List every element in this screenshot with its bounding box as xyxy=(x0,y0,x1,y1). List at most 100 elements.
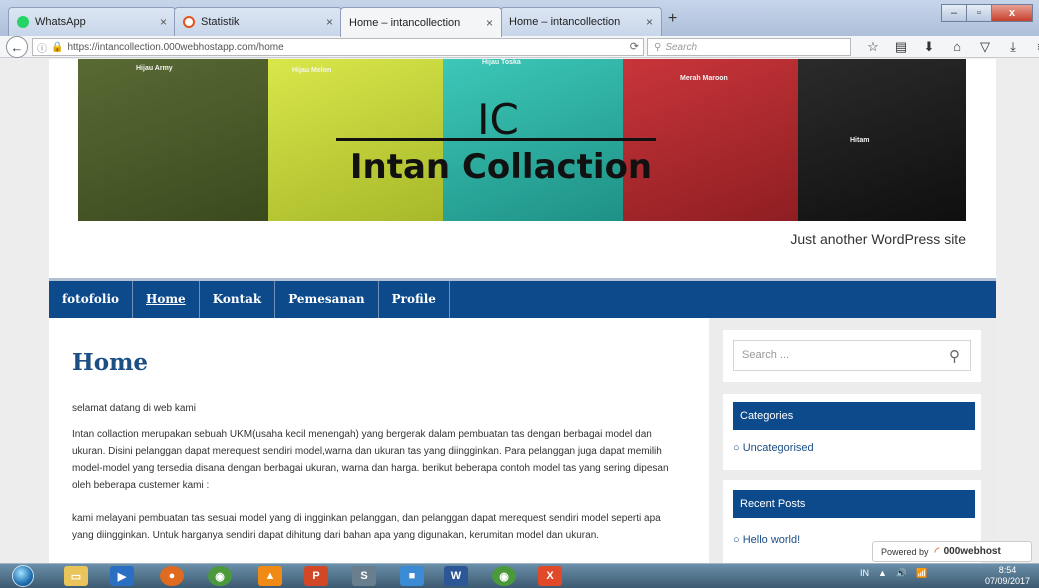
language-indicator[interactable]: IN xyxy=(860,568,869,579)
site-container: Hijau Army Hijau Melon Hijau Toska Merah… xyxy=(49,59,996,563)
back-arrow-icon[interactable]: ← xyxy=(6,36,28,58)
whatsapp-icon xyxy=(17,16,29,28)
categories-title: Categories xyxy=(733,402,975,430)
maximize-button[interactable]: ▫ xyxy=(966,4,992,22)
search-widget: Search ... ⚲ xyxy=(723,330,981,382)
category-label: Uncategorised xyxy=(742,442,814,454)
category-link[interactable]: ○ Uncategorised xyxy=(733,442,814,454)
bag-label: Hijau Melon xyxy=(292,67,332,74)
tab-title: Home – intancollection xyxy=(509,16,621,28)
content-paragraph: kami melayani pembuatan tas sesuai model… xyxy=(72,513,661,541)
close-icon[interactable]: × xyxy=(486,16,493,30)
info-icon[interactable]: ⓘ xyxy=(37,40,47,55)
media-player-icon[interactable]: ▶ xyxy=(110,566,134,586)
close-icon[interactable]: × xyxy=(646,15,653,29)
clock[interactable]: 8:54 07/09/2017 xyxy=(985,565,1030,587)
lock-warning-icon: 🔒 xyxy=(51,41,64,53)
site-search-input[interactable]: Search ... ⚲ xyxy=(733,340,971,371)
sidebar: Search ... ⚲ Categories ○ Uncategorised … xyxy=(709,318,996,563)
search-icon[interactable]: ⚲ xyxy=(949,347,960,365)
windows-taskbar: ▭ ▶ ● ◉ ▲ P S ■ W ◉ X IN ▲ 🔊 📶 8:54 07/0… xyxy=(0,563,1039,588)
url-text[interactable]: https://intancollection.000webhostapp.co… xyxy=(67,42,283,53)
powered-by-badge[interactable]: Powered by ◜ 000webhost xyxy=(872,541,1032,562)
windows-app-icon[interactable]: ■ xyxy=(400,566,424,586)
bookmark-star-icon[interactable]: ☆ xyxy=(862,39,884,55)
logo-divider xyxy=(336,138,656,141)
chrome-icon[interactable]: ◉ xyxy=(492,566,516,586)
clock-date: 07/09/2017 xyxy=(985,576,1031,586)
web-page: Hijau Army Hijau Melon Hijau Toska Merah… xyxy=(0,59,1039,563)
recent-post-label: Hello world! xyxy=(742,534,801,546)
tab-title: Statistik xyxy=(201,16,240,28)
search-placeholder: Search ... xyxy=(742,349,790,361)
header-image: Hijau Army Hijau Melon Hijau Toska Merah… xyxy=(78,59,966,221)
firefox-icon[interactable]: ● xyxy=(160,566,184,586)
search-icon: ⚲ xyxy=(654,41,662,53)
content-paragraph: selamat datang di web kami xyxy=(72,403,196,414)
content-paragraph: Intan collaction merupakan sebuah UKM(us… xyxy=(72,429,669,491)
bag-hitam xyxy=(798,59,966,221)
new-tab-button[interactable]: + xyxy=(668,10,677,28)
nav-profile[interactable]: Profile xyxy=(379,281,450,318)
bag-label: Hijau Army xyxy=(136,65,173,72)
minimize-button[interactable]: – xyxy=(941,4,967,22)
bag-label: Hitam xyxy=(850,137,870,144)
browser-nav-bar: ← ⓘ 🔒 https://intancollection.000webhost… xyxy=(0,36,1039,58)
nav-home[interactable]: Home xyxy=(133,281,200,318)
recent-posts-title: Recent Posts xyxy=(733,490,975,518)
main-content: Home selamat datang di web kami Intan co… xyxy=(49,318,709,563)
network-icon[interactable]: 📶 xyxy=(916,568,927,579)
page-title: Home xyxy=(72,349,149,376)
reload-icon[interactable]: ⟳ xyxy=(630,40,639,53)
close-window-button[interactable]: x xyxy=(991,4,1033,22)
chrome-icon[interactable]: ◉ xyxy=(208,566,232,586)
bag-label: Hijau Toska xyxy=(482,59,521,66)
tab-statistik[interactable]: Statistik × xyxy=(174,7,342,36)
nav-kontak[interactable]: Kontak xyxy=(200,281,276,318)
toolbar-icons: ☆ ▤ ⬇ ⌂ ▽ ⤓ ≡ xyxy=(862,39,1039,55)
browser-search-input[interactable]: ⚲ Search xyxy=(647,38,851,56)
powerpoint-icon[interactable]: P xyxy=(304,566,328,586)
logo-ic: IC xyxy=(477,95,519,144)
volume-icon[interactable]: 🔊 xyxy=(896,568,907,579)
pocket-icon[interactable]: ▽ xyxy=(974,39,996,55)
tray-expand-icon[interactable]: ▲ xyxy=(878,568,887,579)
addon-download-icon[interactable]: ⤓ xyxy=(1002,39,1024,55)
nav-pemesanan[interactable]: Pemesanan xyxy=(275,281,379,318)
start-button[interactable] xyxy=(12,565,34,587)
categories-widget: Categories ○ Uncategorised xyxy=(723,394,981,470)
recent-post-link[interactable]: ○ Hello world! xyxy=(733,534,800,546)
reading-list-icon[interactable]: ▤ xyxy=(890,39,912,55)
word-icon[interactable]: W xyxy=(444,566,468,586)
000webhost-icon: ◜ xyxy=(934,543,940,559)
powered-brand: 000webhost xyxy=(943,546,1001,557)
main-navigation: fotofolio Home Kontak Pemesanan Profile xyxy=(49,278,996,318)
clock-time: 8:54 xyxy=(998,565,1017,575)
close-icon[interactable]: × xyxy=(326,15,333,29)
window-controls: – ▫ x xyxy=(941,4,1033,22)
tab-home[interactable]: Home – intancollection × xyxy=(500,7,662,36)
tab-home-active[interactable]: Home – intancollection × xyxy=(340,7,502,37)
file-explorer-icon[interactable]: ▭ xyxy=(64,566,88,586)
000webhost-icon xyxy=(183,16,195,28)
sublime-icon[interactable]: S xyxy=(352,566,376,586)
nav-fotofolio[interactable]: fotofolio xyxy=(49,281,133,318)
logo-name: Intan Collaction xyxy=(349,147,653,187)
bag-label: Merah Maroon xyxy=(680,75,728,82)
tab-title: WhatsApp xyxy=(35,16,86,28)
vlc-icon[interactable]: ▲ xyxy=(258,566,282,586)
tab-title: Home – intancollection xyxy=(349,16,461,29)
download-icon[interactable]: ⬇ xyxy=(918,39,940,55)
powered-by-text: Powered by xyxy=(881,546,929,557)
tab-whatsapp[interactable]: WhatsApp × xyxy=(8,7,176,36)
close-icon[interactable]: × xyxy=(160,15,167,29)
search-placeholder: Search xyxy=(665,41,698,53)
bag-hijau-army xyxy=(78,59,268,221)
address-bar[interactable]: ⓘ 🔒 https://intancollection.000webhostap… xyxy=(32,38,644,56)
site-tagline: Just another WordPress site xyxy=(790,231,966,247)
system-tray: IN ▲ 🔊 📶 xyxy=(860,568,936,579)
menu-icon[interactable]: ≡ xyxy=(1030,39,1039,55)
home-icon[interactable]: ⌂ xyxy=(946,39,968,55)
browser-tab-bar: WhatsApp × Statistik × Home – intancolle… xyxy=(0,0,1039,37)
xampp-icon[interactable]: X xyxy=(538,566,562,586)
